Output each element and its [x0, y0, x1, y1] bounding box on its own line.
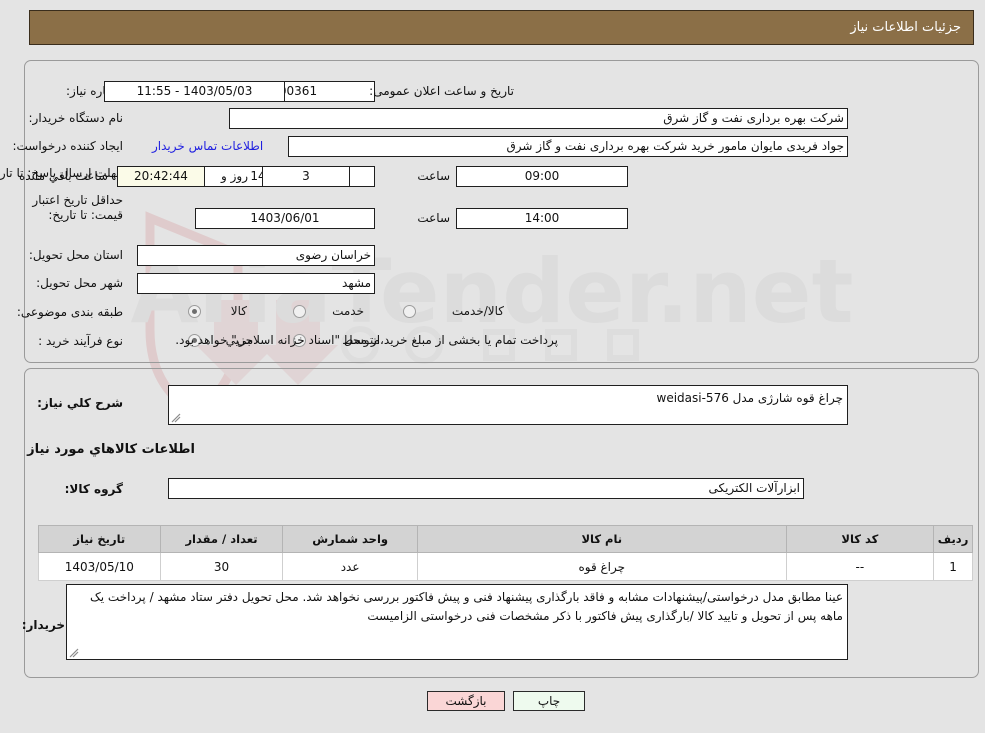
th-row-number: ردیف [933, 525, 973, 553]
reply-deadline-time-label: ساعت [417, 169, 450, 183]
cell-goods-code: -- [785, 552, 935, 581]
need-description-label: شرح کلي نیاز: [37, 396, 123, 410]
price-validity-label: حداقل تاریخ اعتبار قیمت: تا تاریخ: [32, 193, 123, 222]
requester-value[interactable]: جواد فریدی مایوان مامور خرید شرکت بهره ب… [288, 136, 848, 157]
print-button[interactable]: چاپ [513, 691, 585, 711]
category-label: طبقه بندی موضوعی: [16, 305, 123, 319]
price-validity-time-label: ساعت [417, 211, 450, 225]
back-button[interactable]: بازگشت [427, 691, 505, 711]
requester-label: ایجاد کننده درخواست: [12, 139, 123, 153]
cell-need-date: 1403/05/10 [38, 552, 161, 581]
purchase-process-note: پرداخت تمام یا بخشی از مبلغ خرید،از محل … [175, 333, 558, 347]
cell-goods-name: چراغ قوه [416, 552, 787, 581]
buyer-notes-value: عینا مطابق مدل درخواستی/پیشنهادات مشابه … [90, 590, 843, 623]
buyer-org-label: نام دستگاه خریدار: [28, 111, 124, 125]
cell-unit: عدد [282, 552, 418, 581]
buyer-contact-link[interactable]: اطلاعات تماس خریدار [152, 139, 263, 153]
countdown-suffix-label: ساعت باقي مانده [19, 169, 109, 183]
city-label: شهر محل تحویل: [36, 276, 123, 290]
countdown-timer: 20:42:44 [117, 166, 205, 187]
resize-grip-icon[interactable] [171, 413, 181, 423]
reply-deadline-time[interactable]: 09:00 [456, 166, 628, 187]
radio-category-khedmat-label: خدمت [332, 304, 364, 318]
need-description-textarea[interactable]: چراغ قوه شارژی مدل weidasi-576 [168, 385, 848, 425]
cell-quantity: 30 [159, 552, 284, 581]
radio-category-kala[interactable] [188, 305, 201, 318]
goods-group-label: گروه کالا: [64, 482, 123, 496]
th-unit: واحد شمارش [282, 525, 418, 553]
th-goods-code: کد کالا [785, 525, 935, 553]
radio-category-kala-khedmat[interactable] [403, 305, 416, 318]
goods-section-heading: اطلاعات کالاهاي مورد نیاز [27, 442, 195, 457]
radio-category-khedmat[interactable] [293, 305, 306, 318]
page-title: جزئیات اطلاعات نیاز [850, 20, 961, 35]
table-header-row: ردیف کد کالا نام کالا واحد شمارش تعداد /… [38, 525, 973, 553]
th-goods-name: نام کالا [416, 525, 787, 553]
buyer-notes-textarea[interactable]: عینا مطابق مدل درخواستی/پیشنهادات مشابه … [66, 584, 848, 660]
goods-table: ردیف کد کالا نام کالا واحد شمارش تعداد /… [38, 525, 973, 581]
resize-grip-icon[interactable] [69, 648, 79, 658]
province-label: استان محل تحویل: [28, 248, 123, 262]
radio-category-kala-label: کالا [230, 304, 247, 318]
price-validity-time[interactable]: 14:00 [456, 208, 628, 229]
th-quantity: تعداد / مقدار [159, 525, 284, 553]
radio-category-kala-khedmat-label: کالا/خدمت [451, 304, 504, 318]
announce-date-label: تاریخ و ساعت اعلان عمومی: [369, 84, 514, 98]
th-need-date: تاریخ نیاز [38, 525, 161, 553]
purchase-process-label: نوع فرآیند خرید : [38, 334, 123, 348]
goods-group-value[interactable]: ابزارآلات الکتریکی [168, 478, 804, 499]
days-and-label: روز و [221, 169, 248, 183]
cell-row-number: 1 [933, 552, 973, 581]
buyer-org-value[interactable]: شرکت بهره برداری نفت و گاز شرق [229, 108, 848, 129]
need-description-value: چراغ قوه شارژی مدل weidasi-576 [656, 391, 843, 405]
days-remaining-value[interactable]: 3 [262, 166, 350, 187]
province-value[interactable]: خراسان رضوی [137, 245, 375, 266]
announce-date-value[interactable]: 1403/05/03 - 11:55 [104, 81, 285, 102]
page-header: جزئیات اطلاعات نیاز [29, 10, 974, 45]
price-validity-date[interactable]: 1403/06/01 [195, 208, 375, 229]
table-row: 1 -- چراغ قوه عدد 30 1403/05/10 [38, 552, 973, 581]
city-value[interactable]: مشهد [137, 273, 375, 294]
